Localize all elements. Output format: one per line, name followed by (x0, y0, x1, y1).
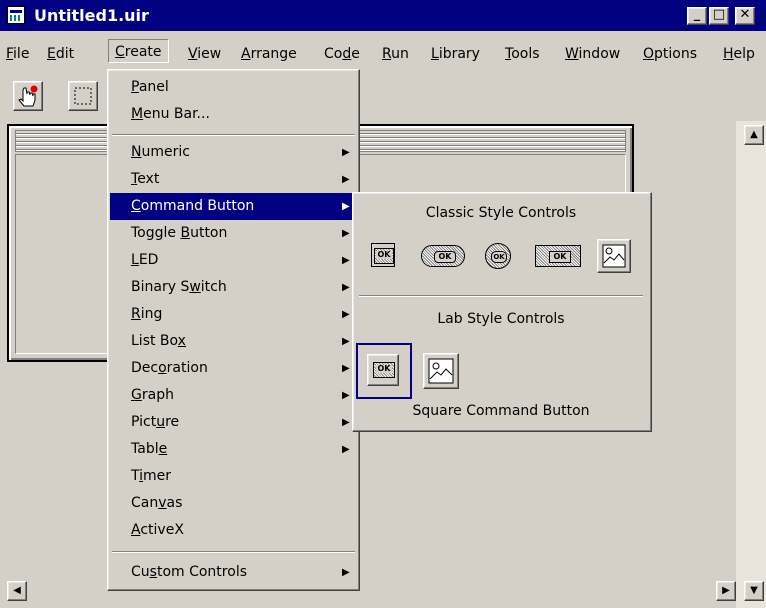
classic-picture-command-button[interactable] (597, 239, 631, 273)
menu-item-list-box[interactable]: List Box ▶ (110, 328, 357, 355)
menu-library[interactable]: Library (431, 44, 480, 64)
ok-button-preview: OK (374, 248, 394, 264)
menu-view[interactable]: View (188, 44, 221, 64)
app-icon[interactable] (7, 6, 25, 24)
menu-item-command-button[interactable]: Command Button ▶ (110, 193, 357, 220)
hover-caption: Square Command Button (412, 403, 590, 419)
ok-button-preview: OK (373, 362, 395, 378)
classic-style-heading: Classic Style Controls (425, 205, 577, 221)
menu-item-numeric[interactable]: Numeric ▶ (110, 139, 357, 166)
lab-square-button-face: OK (367, 354, 399, 386)
menu-item-toggle-button[interactable]: Toggle Button ▶ (110, 220, 357, 247)
menu-create[interactable]: Create (108, 39, 169, 63)
submenu-arrow-icon: ▶ (342, 567, 350, 578)
menu-item-graph[interactable]: Graph ▶ (110, 382, 357, 409)
menu-item-custom-controls[interactable]: Custom Controls ▶ (110, 559, 357, 586)
menu-help[interactable]: Help (723, 44, 755, 64)
submenu-arrow-icon: ▶ (342, 201, 350, 212)
menu-separator (112, 551, 355, 553)
menu-item-canvas[interactable]: Canvas (110, 490, 357, 517)
classic-rounded-command-button[interactable]: OK (421, 245, 465, 267)
create-menu: Panel Menu Bar... Numeric ▶ Text ▶ Command… (107, 69, 360, 591)
close-button[interactable]: ✕ (735, 7, 755, 25)
menu-separator (112, 134, 355, 136)
submenu-arrow-icon: ▶ (342, 255, 350, 266)
menu-item-table[interactable]: Table ▶ (110, 436, 357, 463)
maximize-icon: □ (712, 7, 726, 22)
picture-icon (602, 244, 626, 268)
submenu-arrow-icon: ▶ (342, 228, 350, 239)
submenu-arrow-icon: ▶ (342, 444, 350, 455)
close-icon: ✕ (739, 7, 751, 22)
menu-code[interactable]: Code (324, 44, 360, 64)
command-button-submenu: Classic Style Controls OK OK OK OK Lab S… (352, 192, 652, 432)
lab-square-command-button[interactable]: OK (356, 343, 412, 399)
menu-item-picture[interactable]: Picture ▶ (110, 409, 357, 436)
window-title: Untitled1.uir (34, 6, 149, 25)
minimize-button[interactable]: _ (687, 7, 707, 25)
classic-flat-command-button[interactable]: OK (535, 245, 581, 267)
submenu-arrow-icon: ▶ (342, 309, 350, 320)
vertical-scrollbar[interactable]: ▲ ▼ (736, 121, 766, 608)
menu-item-text[interactable]: Text ▶ (110, 166, 357, 193)
scroll-right-arrow-icon[interactable]: ▶ (716, 581, 736, 601)
menu-item-menu-bar[interactable]: Menu Bar... (110, 101, 357, 128)
scroll-up-arrow-icon[interactable]: ▲ (744, 125, 764, 145)
menu-tools[interactable]: Tools (505, 44, 540, 64)
menu-bar: File Edit Create View Arrange Code Run L… (0, 31, 766, 69)
submenu-arrow-icon: ▶ (342, 174, 350, 185)
lab-style-heading: Lab Style Controls (437, 311, 565, 327)
menu-item-led[interactable]: LED ▶ (110, 247, 357, 274)
menu-item-timer[interactable]: Timer (110, 463, 357, 490)
select-tool-button[interactable] (68, 81, 98, 111)
submenu-arrow-icon: ▶ (342, 417, 350, 428)
submenu-arrow-icon: ▶ (342, 390, 350, 401)
operate-hand-icon (18, 85, 38, 107)
scroll-left-arrow-icon[interactable]: ◀ (7, 581, 27, 601)
title-bar[interactable]: Untitled1.uir _ □ ✕ (0, 0, 766, 31)
menu-edit[interactable]: Edit (47, 44, 74, 64)
operate-tool-button[interactable] (13, 81, 43, 111)
marquee-select-icon (74, 87, 92, 105)
menu-item-decoration[interactable]: Decoration ▶ (110, 355, 357, 382)
minimize-icon: _ (693, 7, 701, 22)
submenu-arrow-icon: ▶ (342, 363, 350, 374)
scroll-down-arrow-icon[interactable]: ▼ (744, 581, 764, 601)
menu-item-activex[interactable]: ActiveX (110, 517, 357, 544)
classic-square-command-button[interactable]: OK (371, 243, 395, 267)
menu-run[interactable]: Run (382, 44, 409, 64)
menu-window[interactable]: Window (565, 44, 620, 64)
submenu-separator (359, 295, 643, 297)
menu-arrange[interactable]: Arrange (241, 44, 297, 64)
menu-item-panel[interactable]: Panel (110, 74, 357, 101)
submenu-arrow-icon: ▶ (342, 282, 350, 293)
lab-picture-command-button[interactable] (423, 353, 459, 389)
submenu-arrow-icon: ▶ (342, 147, 350, 158)
menu-item-binary-switch[interactable]: Binary Switch ▶ (110, 274, 357, 301)
maximize-button[interactable]: □ (709, 7, 729, 25)
classic-round-command-button[interactable]: OK (485, 243, 511, 269)
menu-options[interactable]: Options (643, 44, 697, 64)
menu-file[interactable]: File (6, 44, 29, 64)
picture-icon (428, 358, 454, 384)
menu-item-ring[interactable]: Ring ▶ (110, 301, 357, 328)
submenu-arrow-icon: ▶ (342, 336, 350, 347)
